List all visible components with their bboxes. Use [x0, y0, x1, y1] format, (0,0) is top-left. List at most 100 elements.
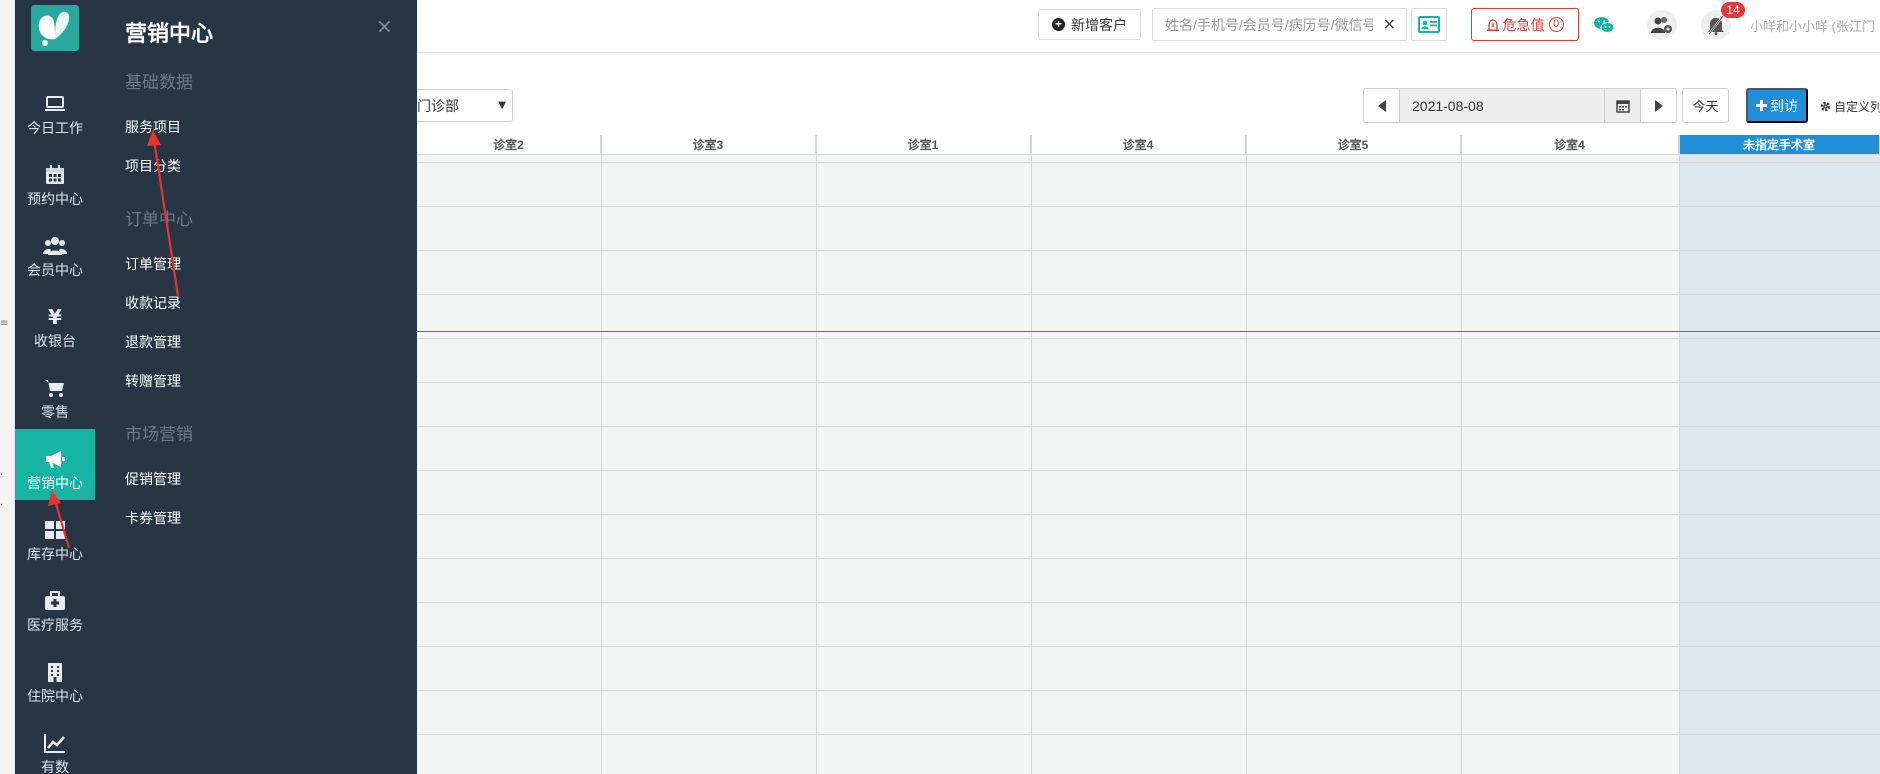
- calendar-icon: [46, 165, 64, 184]
- link-payment-records[interactable]: 收款记录: [125, 293, 181, 313]
- column-header-room-4[interactable]: 诊室4: [1031, 135, 1246, 155]
- bell-slash-icon: [1708, 15, 1724, 35]
- nav-label: 收银台: [34, 333, 76, 349]
- caret-right-icon: [1654, 99, 1663, 112]
- grid-row-divider: [417, 514, 1880, 515]
- date-field[interactable]: 2021-08-08: [1400, 88, 1605, 123]
- link-order-management[interactable]: 订单管理: [125, 254, 181, 274]
- link-service-items[interactable]: 服务项目: [125, 117, 181, 137]
- room-schedule-grid: 诊室2 诊室3 诊室1 诊室4 诊室5 诊室4 未指定手术室: [417, 135, 1880, 774]
- grid-row-divider: [417, 338, 1880, 339]
- custom-columns-button[interactable]: 自定义列: [1820, 98, 1880, 115]
- link-coupon-management[interactable]: 卡券管理: [125, 508, 181, 528]
- nav-today-work[interactable]: 今日工作: [15, 74, 95, 145]
- next-day-button[interactable]: [1641, 88, 1677, 123]
- nav-marketing[interactable]: 营销中心: [15, 429, 95, 500]
- top-header: + 新增客户 × 危急值 0 14 小咩和小小咩 (张江门: [417, 0, 1880, 53]
- grid-row-divider: [417, 470, 1880, 471]
- selected-column-highlight: [1679, 155, 1880, 774]
- nav-appointment[interactable]: 预约中心: [15, 145, 95, 216]
- column-header-room-2[interactable]: 诊室2: [417, 135, 601, 155]
- nav-inpatient[interactable]: 住院中心: [15, 642, 95, 713]
- add-visit-button[interactable]: 到访: [1746, 88, 1808, 123]
- search-input[interactable]: [1153, 9, 1373, 40]
- app-logo[interactable]: [31, 5, 79, 51]
- nav-label: 会员中心: [27, 262, 83, 278]
- strip-dot: ·: [0, 470, 4, 481]
- grid-row-divider: [417, 426, 1880, 427]
- grid-row-divider: [417, 602, 1880, 603]
- grid-row-divider: [417, 734, 1880, 735]
- column-header-room-1[interactable]: 诊室1: [816, 135, 1031, 155]
- date-value: 2021-08-08: [1412, 97, 1484, 114]
- calendar-picker-button[interactable]: [1605, 88, 1641, 123]
- custom-columns-label: 自定义列: [1834, 100, 1880, 114]
- link-refund-management[interactable]: 退款管理: [125, 332, 181, 352]
- add-customer-button[interactable]: + 新增客户: [1038, 9, 1141, 40]
- nav-retail[interactable]: 零售: [15, 358, 95, 429]
- department-select[interactable]: 门诊部 ▼: [417, 89, 513, 122]
- grid-icon: [45, 521, 65, 539]
- grid-row-divider: [417, 382, 1880, 383]
- nav-label: 营销中心: [27, 475, 83, 491]
- left-edge-strip: ≡ · ·: [0, 0, 15, 774]
- previous-day-button[interactable]: [1363, 88, 1400, 123]
- column-header-room-4b[interactable]: 诊室4: [1461, 135, 1679, 155]
- nav-label: 住院中心: [27, 688, 83, 704]
- grid-row-divider: [417, 250, 1880, 251]
- nav-medical[interactable]: 医疗服务: [15, 571, 95, 642]
- clear-icon[interactable]: ×: [1383, 14, 1396, 33]
- grid-row-divider: [417, 646, 1880, 647]
- section-marketing: 市场营销: [125, 425, 193, 444]
- column-header-room-3[interactable]: 诊室3: [601, 135, 816, 155]
- hospital-icon: [48, 663, 62, 682]
- critical-value-label: 危急值: [1502, 16, 1545, 33]
- grid-column-divider: [1031, 135, 1032, 774]
- nav-inventory[interactable]: 库存中心: [15, 500, 95, 571]
- alarm-icon: [1486, 19, 1499, 31]
- critical-value-button[interactable]: 危急值 0: [1471, 8, 1579, 41]
- grid-column-divider: [1246, 135, 1247, 774]
- chevron-down-icon: ▼: [498, 100, 506, 111]
- user-name[interactable]: 小咩和小小咩 (张江门: [1750, 16, 1875, 35]
- medkit-icon: [45, 591, 65, 610]
- section-order-center: 订单中心: [125, 210, 193, 229]
- grid-row-divider: [417, 206, 1880, 207]
- section-basic-data: 基础数据: [125, 73, 193, 92]
- close-icon[interactable]: ×: [376, 14, 393, 38]
- nav-cashier[interactable]: ¥ 收银台: [15, 287, 95, 358]
- nav-label: 有数: [41, 759, 69, 774]
- yen-icon: ¥: [48, 305, 62, 329]
- nav-analytics[interactable]: 有数: [15, 713, 95, 774]
- laptop-icon: [45, 96, 65, 111]
- grid-row-divider: [417, 294, 1880, 295]
- collapse-handle-icon[interactable]: ≡: [0, 318, 8, 329]
- nav-label: 零售: [41, 404, 69, 420]
- id-card-icon: [1418, 16, 1440, 33]
- link-promotion-management[interactable]: 促销管理: [125, 469, 181, 489]
- nav-members[interactable]: 会员中心: [15, 216, 95, 287]
- grid-row-divider: [417, 690, 1880, 691]
- nav-label: 库存中心: [27, 546, 83, 562]
- id-card-button[interactable]: [1411, 8, 1447, 41]
- column-header-room-5[interactable]: 诊室5: [1246, 135, 1461, 155]
- date-navigator: 2021-08-08: [1363, 88, 1677, 123]
- grid-column-divider: [1679, 135, 1680, 774]
- cart-icon: [45, 380, 64, 397]
- add-customer-label: 新增客户: [1071, 16, 1127, 33]
- column-header-unassigned-or[interactable]: 未指定手术室: [1679, 135, 1880, 155]
- current-time-line: [417, 331, 1880, 332]
- users-settings-icon: [1651, 17, 1672, 33]
- calendar-icon: [1615, 99, 1630, 113]
- add-visit-label: 到访: [1770, 97, 1798, 114]
- user-status-button[interactable]: [1647, 10, 1677, 40]
- svg-text:¥: ¥: [48, 305, 62, 329]
- wechat-button[interactable]: [1589, 10, 1619, 40]
- grid-column-divider: [1461, 135, 1462, 774]
- link-transfer-management[interactable]: 转赠管理: [125, 371, 181, 391]
- butterfly-logo-icon: [38, 11, 69, 46]
- link-item-categories[interactable]: 项目分类: [125, 156, 181, 176]
- grid-row-divider: [417, 558, 1880, 559]
- plus-icon: [1756, 100, 1767, 111]
- today-button[interactable]: 今天: [1682, 88, 1729, 123]
